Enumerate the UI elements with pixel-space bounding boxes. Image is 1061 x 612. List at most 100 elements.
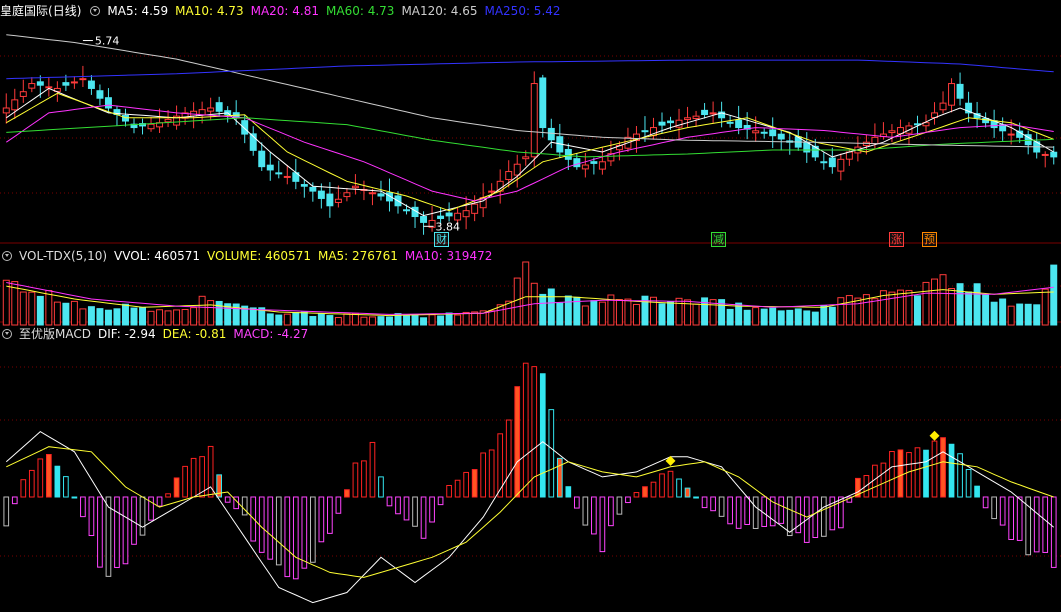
volume-bar (598, 301, 606, 326)
candle-body (513, 163, 521, 176)
macd-bar (735, 496, 742, 529)
candle-body (403, 209, 410, 212)
volume-bar (922, 281, 930, 326)
volume-bar (53, 301, 61, 326)
event-tag-forecast[interactable]: 预 (922, 232, 937, 247)
candle-body (871, 136, 879, 145)
volume-bar (488, 310, 496, 326)
high-price-label: 5.74 (95, 35, 120, 48)
candle-body (147, 123, 155, 130)
macd-bar (190, 457, 197, 498)
macd-bar (378, 476, 384, 498)
volume-bar (1033, 304, 1041, 326)
candle-body (888, 130, 896, 134)
macd-bar (625, 496, 631, 504)
volume-bar (411, 315, 419, 326)
ma-line-ma5 (6, 87, 1054, 217)
candle-body (769, 129, 777, 137)
volume-bar (437, 315, 445, 326)
candle-body (760, 131, 768, 134)
macd-bar (616, 496, 623, 515)
volume-bar (122, 303, 129, 326)
candle-body (658, 121, 666, 126)
candle-body (104, 97, 112, 109)
macd-bar (488, 449, 495, 498)
volume-bar (743, 309, 751, 326)
volume-bar (615, 299, 623, 326)
macd-bar (318, 496, 325, 543)
candle-body (207, 107, 215, 112)
macd-bar (633, 492, 640, 498)
volume-bar (45, 290, 53, 326)
volume-bar (828, 306, 836, 326)
macd-bar (812, 496, 819, 539)
candle-body (939, 102, 947, 111)
candle-body (275, 172, 283, 175)
volume-bar (79, 308, 87, 326)
macd-bar (565, 486, 572, 498)
macd-bar (327, 496, 333, 534)
macd-bar (403, 496, 410, 521)
candle-body (36, 81, 44, 86)
candle-body (1041, 153, 1049, 156)
volume-bar (360, 316, 368, 326)
volume-bar (914, 295, 921, 326)
macd-bar (386, 496, 393, 507)
macd-bar (914, 447, 921, 498)
macd-bar (420, 496, 427, 539)
volume-bar (556, 302, 564, 326)
event-tag-rise[interactable]: 涨 (889, 232, 904, 247)
candle-body (598, 161, 606, 170)
macd-bar (522, 362, 529, 498)
event-tag-financial[interactable]: 财 (434, 232, 449, 247)
macd-bar (991, 496, 997, 520)
volume-bar (428, 314, 436, 326)
candle-body (564, 148, 572, 160)
macd-bar (591, 496, 597, 535)
macd-bar (982, 496, 989, 509)
volume-bar (198, 295, 206, 326)
macd-bar (642, 486, 648, 498)
macd-bar (548, 409, 555, 498)
volume-bar (309, 316, 317, 326)
macd-bar (3, 496, 10, 527)
macd-bar (1042, 496, 1049, 553)
volume-bar (624, 298, 632, 326)
volume-bar (973, 283, 981, 326)
volume-bar (377, 316, 385, 326)
candle-body (701, 109, 709, 116)
macd-bar (786, 496, 793, 537)
volume-bar (147, 310, 155, 326)
volume-bar (726, 308, 734, 326)
macd-bar (880, 462, 887, 498)
volume-bar (539, 293, 547, 326)
volume-bar (803, 310, 811, 326)
candle-body (803, 142, 811, 153)
volume-bar (667, 301, 674, 326)
candle-body (283, 175, 291, 178)
macd-bar (608, 496, 614, 527)
macd-bar (1050, 496, 1057, 568)
macd-bar (505, 419, 512, 498)
volume-bar (811, 311, 819, 326)
candle-body (420, 216, 428, 223)
macd-bar (752, 496, 759, 529)
volume-bar (522, 261, 530, 326)
candle-body (1050, 151, 1058, 158)
volume-bar (1041, 288, 1049, 326)
event-tag-reduce[interactable]: 减 (711, 232, 726, 247)
macd-bar (114, 496, 120, 568)
macd-bar (820, 496, 827, 537)
volume-bar (139, 307, 146, 326)
candle-body (215, 102, 223, 112)
volume-bar (386, 316, 393, 326)
candle-body (437, 215, 445, 219)
candle-body (505, 171, 513, 180)
stock-chart-canvas[interactable]: 5.743.84 (0, 0, 1061, 612)
candle-body (445, 212, 453, 217)
macd-bar (539, 373, 546, 498)
volume-bar (104, 309, 112, 326)
volume-bar (658, 303, 666, 326)
candle-body (948, 83, 956, 106)
volume-bar (854, 297, 862, 326)
